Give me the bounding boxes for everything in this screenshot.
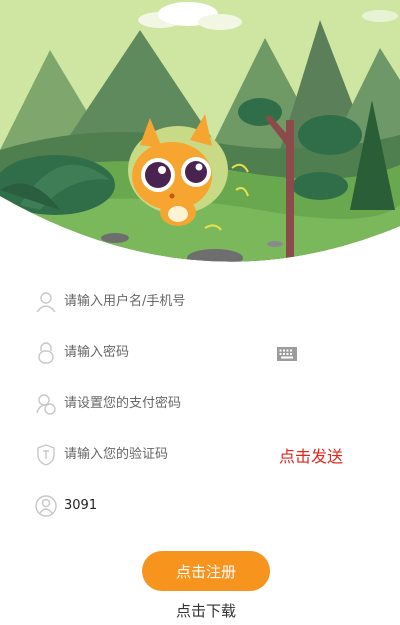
captcha-value: 3091 xyxy=(64,498,98,513)
captcha-row: 3091 xyxy=(0,480,400,531)
wallet-icon xyxy=(34,392,58,416)
pay-password-input[interactable] xyxy=(64,390,264,417)
register-button[interactable]: 点击注册 xyxy=(142,551,270,591)
username-row xyxy=(0,276,400,327)
keyboard-icon[interactable] xyxy=(277,346,297,361)
download-link[interactable]: 点击下载 xyxy=(0,600,400,621)
pay-password-row xyxy=(0,378,400,429)
username-input[interactable] xyxy=(64,288,264,315)
send-code-button[interactable]: 点击发送 xyxy=(279,443,343,467)
register-form: 点击发送 3091 xyxy=(0,276,400,531)
code-input[interactable] xyxy=(64,441,264,468)
shield-icon xyxy=(34,443,58,467)
code-row: 点击发送 xyxy=(0,429,400,480)
lock-icon xyxy=(34,341,58,365)
password-input[interactable] xyxy=(64,339,264,366)
password-row xyxy=(0,327,400,378)
hero-illustration xyxy=(0,0,400,262)
captcha-user-icon xyxy=(34,494,58,518)
user-icon xyxy=(34,290,58,314)
